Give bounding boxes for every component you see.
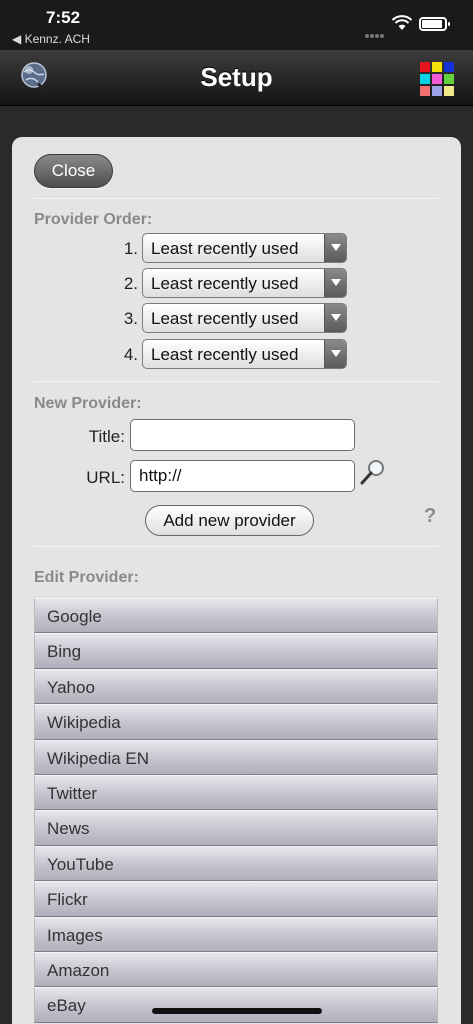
url-field-label: URL: (86, 468, 125, 487)
new-provider-label: New Provider: (34, 395, 142, 412)
edit-provider-label: Edit Provider: (34, 569, 139, 586)
title-input[interactable] (130, 419, 355, 451)
provider-item[interactable]: Bing (34, 633, 438, 669)
setup-panel: Close Provider Order: 1. Least recently … (12, 137, 461, 1024)
color-grid-cell (420, 74, 430, 84)
order-select-value: Least recently used (151, 345, 299, 364)
provider-item[interactable]: Images (34, 916, 438, 952)
url-input[interactable] (130, 460, 355, 492)
order-select-value: Least recently used (151, 309, 299, 328)
provider-item[interactable]: Twitter (34, 774, 438, 811)
provider-item[interactable]: Wikipedia (34, 704, 438, 740)
provider-list: Google Bing Yahoo Wikipedia Wikipedia EN… (34, 598, 438, 1023)
provider-order-row: 4. Least recently used (112, 339, 362, 371)
provider-order-select[interactable]: Least recently used (142, 268, 347, 298)
order-number: 2. (123, 274, 138, 293)
color-grid-cell (420, 86, 430, 96)
color-grid-cell (432, 86, 442, 96)
provider-item[interactable]: Amazon (34, 951, 438, 988)
magnifier-icon[interactable] (359, 458, 387, 486)
chevron-down-icon (324, 304, 346, 332)
provider-item[interactable]: Yahoo (34, 668, 438, 705)
chevron-down-icon (324, 340, 346, 368)
color-grid-cell (432, 74, 442, 84)
provider-order-select[interactable]: Least recently used (142, 303, 347, 333)
back-to-app-link[interactable]: ◀ Kennz. ACH (12, 32, 90, 46)
provider-order-label: Provider Order: (34, 211, 153, 228)
wifi-icon (392, 15, 412, 30)
color-grid-cell (420, 62, 430, 72)
battery-icon (419, 17, 450, 31)
order-select-value: Least recently used (151, 239, 299, 258)
cellular-signal-icon (365, 25, 385, 38)
provider-item[interactable]: YouTube (34, 845, 438, 882)
chevron-down-icon (324, 269, 346, 297)
order-number: 1. (123, 239, 138, 258)
provider-order-select[interactable]: Least recently used (142, 339, 347, 369)
order-select-value: Least recently used (151, 274, 299, 293)
color-grid-icon[interactable] (420, 62, 454, 96)
color-grid-cell (444, 74, 454, 84)
home-indicator[interactable] (152, 1008, 322, 1014)
color-grid-cell (444, 62, 454, 72)
provider-item[interactable]: Google (34, 598, 438, 634)
provider-item[interactable]: Wikipedia EN (34, 739, 438, 775)
status-time: 7:52 (46, 8, 81, 27)
nav-bar: Setup (0, 50, 473, 106)
provider-order-row: 2. Least recently used (112, 268, 362, 300)
order-number: 3. (123, 309, 138, 328)
close-button[interactable]: Close (34, 154, 113, 188)
divider (34, 546, 438, 547)
color-grid-cell (444, 86, 454, 96)
provider-order-row: 1. Least recently used (112, 233, 362, 265)
provider-item[interactable]: Flickr (34, 881, 438, 917)
add-new-provider-button[interactable]: Add new provider (145, 505, 314, 536)
divider (34, 381, 438, 382)
status-bar: 7:52 ◀ Kennz. ACH (0, 0, 473, 50)
order-number: 4. (123, 345, 138, 364)
provider-item[interactable]: News (34, 810, 438, 846)
page-title: Setup (200, 62, 273, 92)
provider-order-row: 3. Least recently used (112, 303, 362, 335)
provider-order-select[interactable]: Least recently used (142, 233, 347, 263)
chevron-down-icon (324, 234, 346, 262)
provider-item[interactable]: eBay (34, 987, 438, 1023)
divider (34, 198, 438, 199)
color-grid-cell (432, 62, 442, 72)
help-icon[interactable]: ? (424, 505, 436, 528)
title-field-label: Title: (88, 427, 125, 446)
